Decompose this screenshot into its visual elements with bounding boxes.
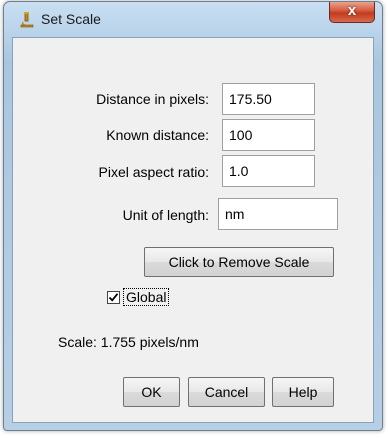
unit-of-length-field[interactable]: nm bbox=[218, 198, 338, 230]
unit-of-length-label: Unit of length: bbox=[122, 207, 209, 223]
ok-button[interactable]: OK bbox=[123, 377, 180, 407]
close-icon: x bbox=[347, 2, 357, 19]
global-checkbox[interactable] bbox=[107, 291, 120, 304]
scale-readout: Scale: 1.755 pixels/nm bbox=[58, 334, 199, 350]
pixel-aspect-ratio-field[interactable]: 1.0 bbox=[222, 155, 315, 187]
distance-in-pixels-label: Distance in pixels: bbox=[96, 91, 209, 107]
remove-scale-button[interactable]: Click to Remove Scale bbox=[144, 247, 334, 277]
window-title: Set Scale bbox=[41, 11, 101, 27]
pixel-aspect-ratio-label: Pixel aspect ratio: bbox=[98, 164, 210, 180]
known-distance-field[interactable]: 100 bbox=[222, 119, 315, 151]
microscope-icon bbox=[20, 12, 34, 28]
set-scale-dialog: Set Scale x Distance in pixels: 175.50 K… bbox=[3, 1, 383, 431]
distance-in-pixels-field[interactable]: 175.50 bbox=[222, 83, 315, 115]
known-distance-label: Known distance: bbox=[106, 127, 209, 143]
cancel-button[interactable]: Cancel bbox=[188, 377, 265, 407]
title-bar[interactable]: Set Scale x bbox=[4, 2, 382, 36]
help-button[interactable]: Help bbox=[272, 377, 334, 407]
checkmark-icon bbox=[108, 293, 119, 302]
dialog-body: Distance in pixels: 175.50 Known distanc… bbox=[12, 37, 374, 423]
close-button[interactable]: x bbox=[329, 2, 375, 23]
global-label[interactable]: Global bbox=[122, 288, 170, 306]
